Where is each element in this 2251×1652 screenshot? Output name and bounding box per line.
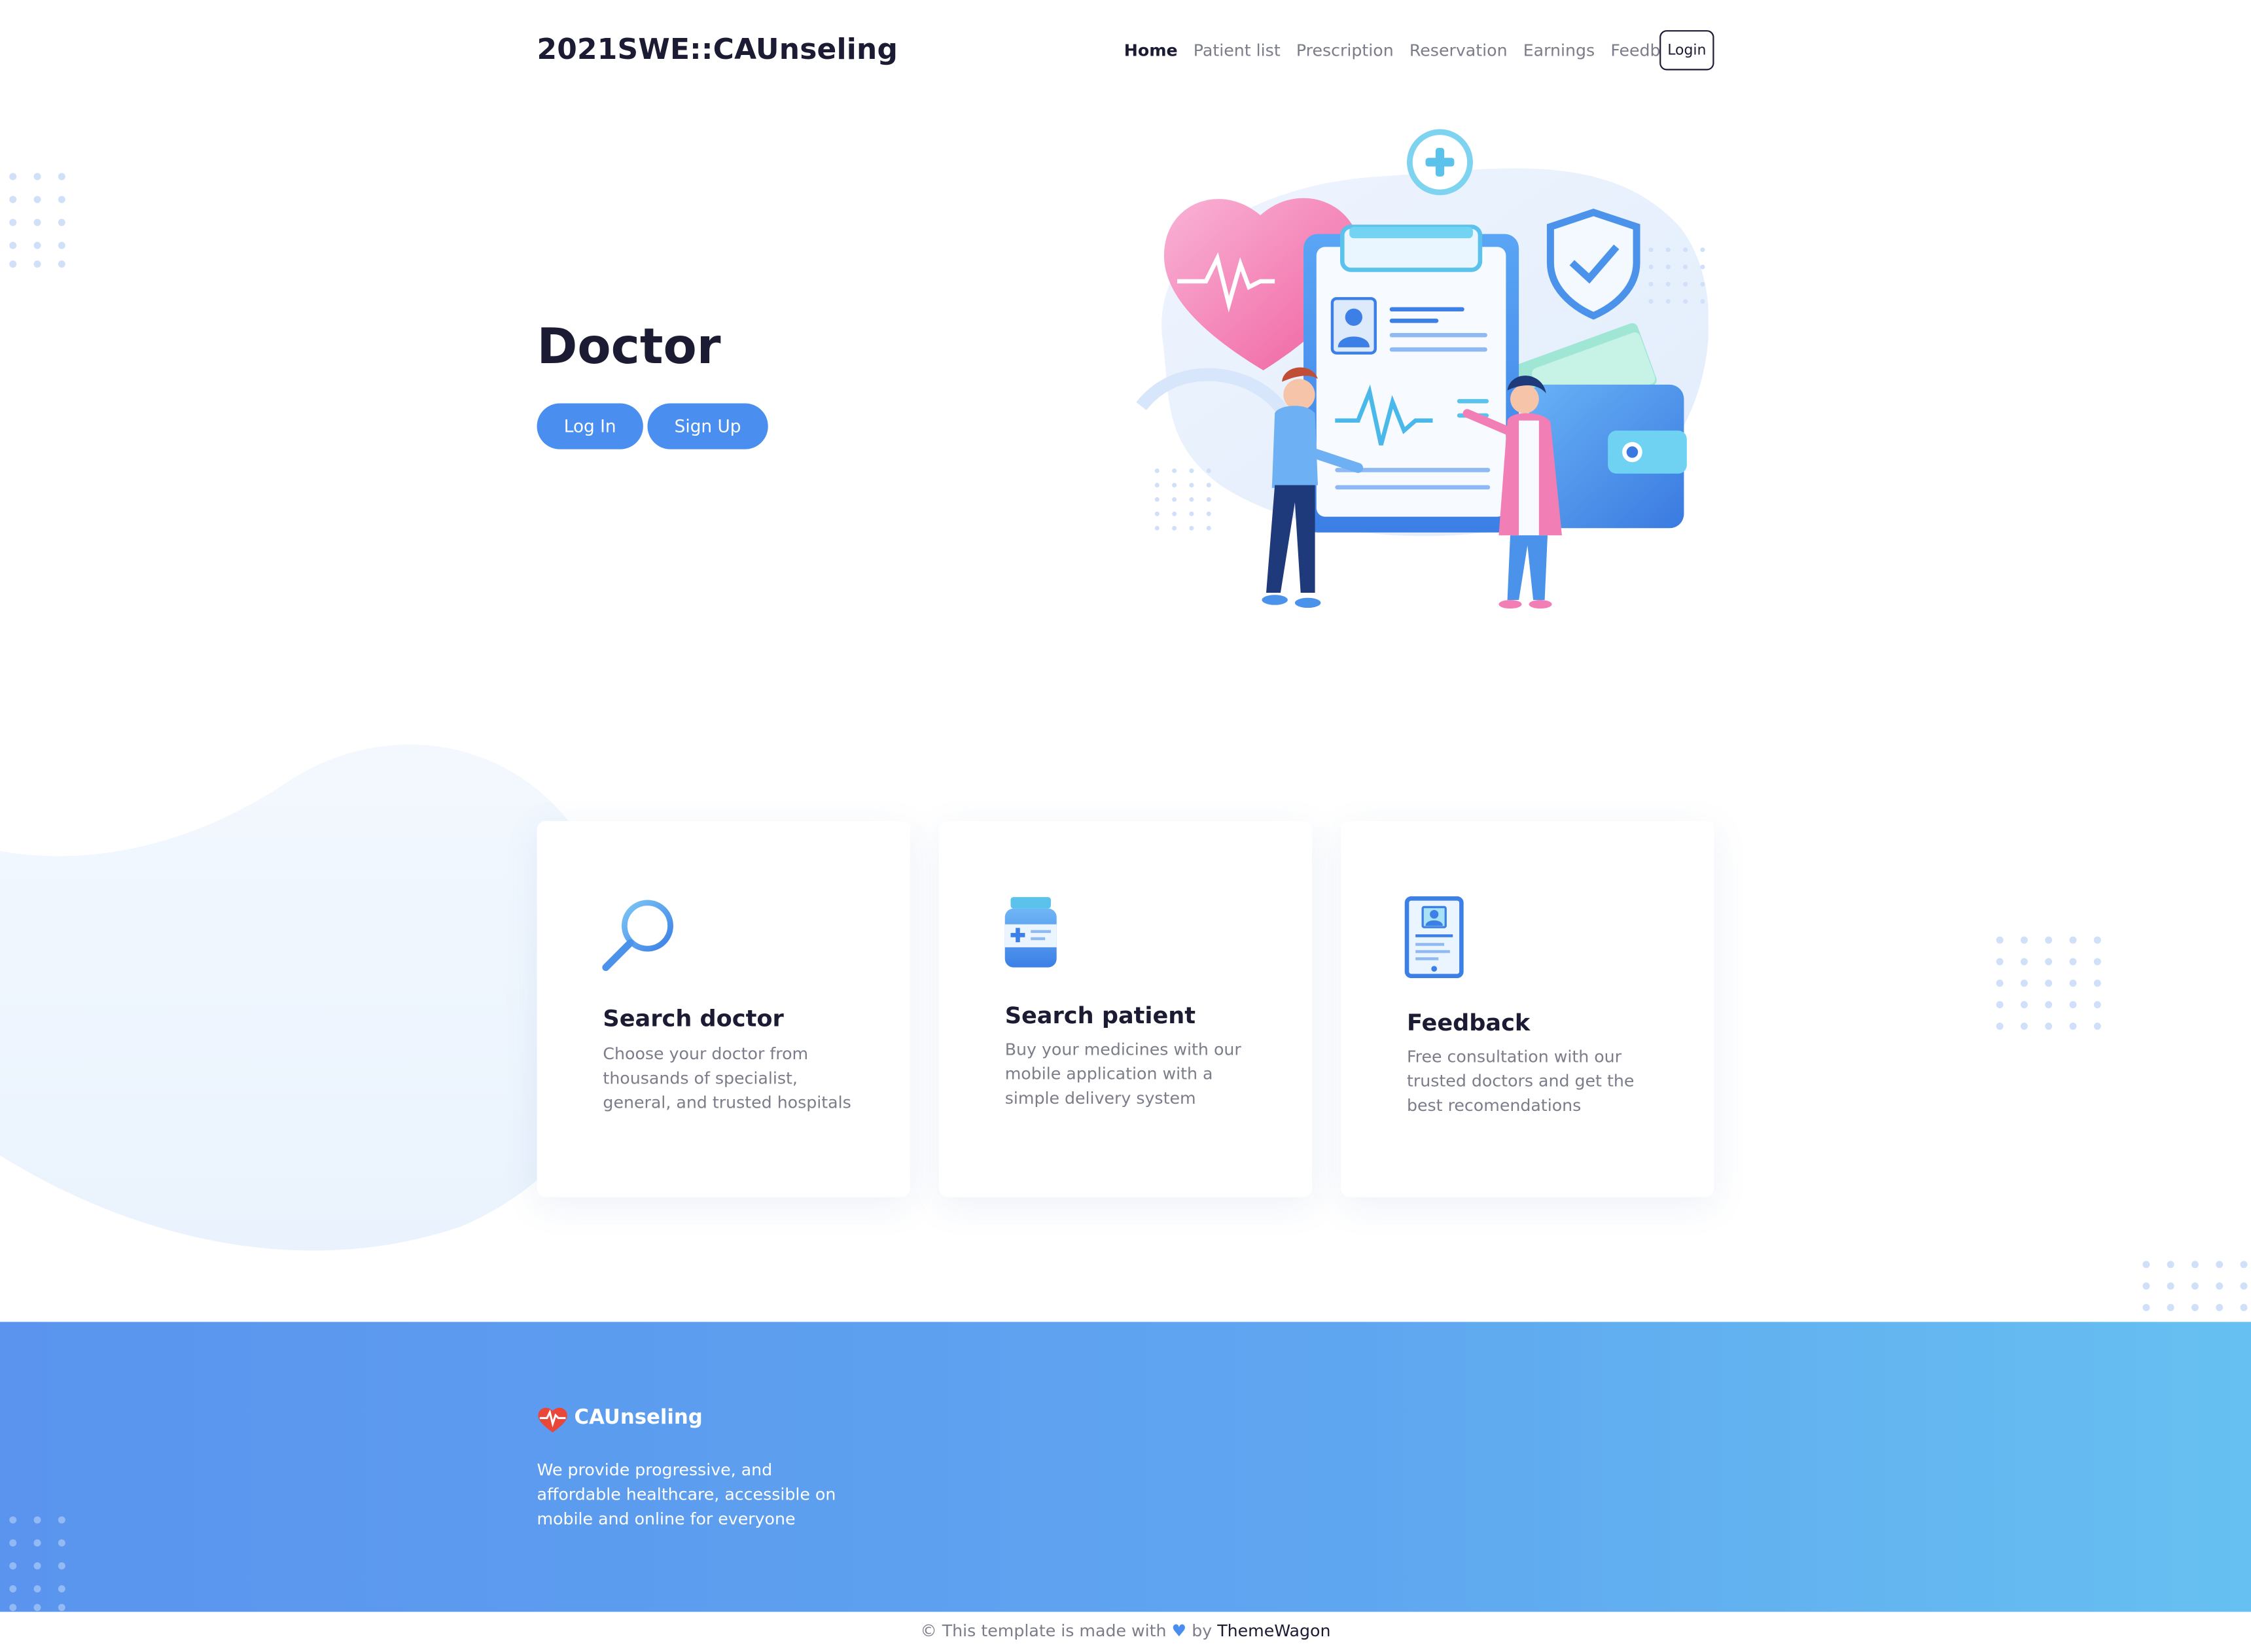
copyright-prefix: © This template is made with [920, 1620, 1167, 1641]
heart-pulse-icon [538, 1407, 567, 1433]
themewagon-link[interactable]: ThemeWagon [1217, 1621, 1330, 1641]
footer-decorative-dots [9, 1516, 65, 1611]
nav-link-prescription[interactable]: Prescription [1296, 40, 1394, 60]
feature-card-search-doctor[interactable]: Search doctor Choose your doctor from th… [537, 820, 910, 1197]
main-nav: Home Patient list Prescription Reservati… [1124, 40, 1705, 60]
feature-card-feedback[interactable]: Feedback Free consultation with our trus… [1341, 820, 1714, 1197]
copyright-by: by [1192, 1620, 1213, 1641]
hero-title: Doctor [537, 319, 721, 376]
footer [0, 1322, 2251, 1612]
feature-text: Buy your medicines with our mobile appli… [1004, 1039, 1241, 1108]
doctor-clipboard-illustration [1136, 129, 1709, 609]
nav-link-earnings[interactable]: Earnings [1523, 40, 1595, 60]
feature-title: Feedback [1407, 1009, 1531, 1036]
hero-signup-button[interactable]: Sign Up [647, 403, 768, 449]
medicine-bottle-icon [1004, 897, 1057, 968]
feature-text: Free consultation with our trusted docto… [1407, 1046, 1635, 1116]
footer-description: We provide progressive, and affordable h… [537, 1460, 836, 1529]
decorative-dots-right [1996, 936, 2101, 1030]
magnifier-icon [602, 900, 673, 972]
feature-text: Choose your doctor from thousands of spe… [603, 1043, 851, 1113]
heart-icon: ♥ [1171, 1620, 1187, 1641]
nav-link-reservation[interactable]: Reservation [1409, 40, 1508, 60]
feature-title: Search patient [1004, 1002, 1196, 1029]
hero-login-button[interactable]: Log In [537, 403, 643, 449]
nav-link-patient-list[interactable]: Patient list [1194, 40, 1281, 60]
decorative-dots-top-left [9, 173, 65, 268]
footer-brand[interactable]: CAUnseling [575, 1407, 703, 1430]
nav-login-button[interactable]: Login [1659, 30, 1714, 71]
brand-logo[interactable]: 2021SWE::CAUnseling [537, 31, 898, 66]
feature-card-search-patient[interactable]: Search patient Buy your medicines with o… [938, 820, 1313, 1197]
feature-title: Search doctor [603, 1004, 784, 1032]
nav-link-home[interactable]: Home [1124, 40, 1178, 60]
tablet-profile-icon [1404, 896, 1464, 979]
copyright-line: © This template is made with ♥ by ThemeW… [0, 1621, 2251, 1641]
